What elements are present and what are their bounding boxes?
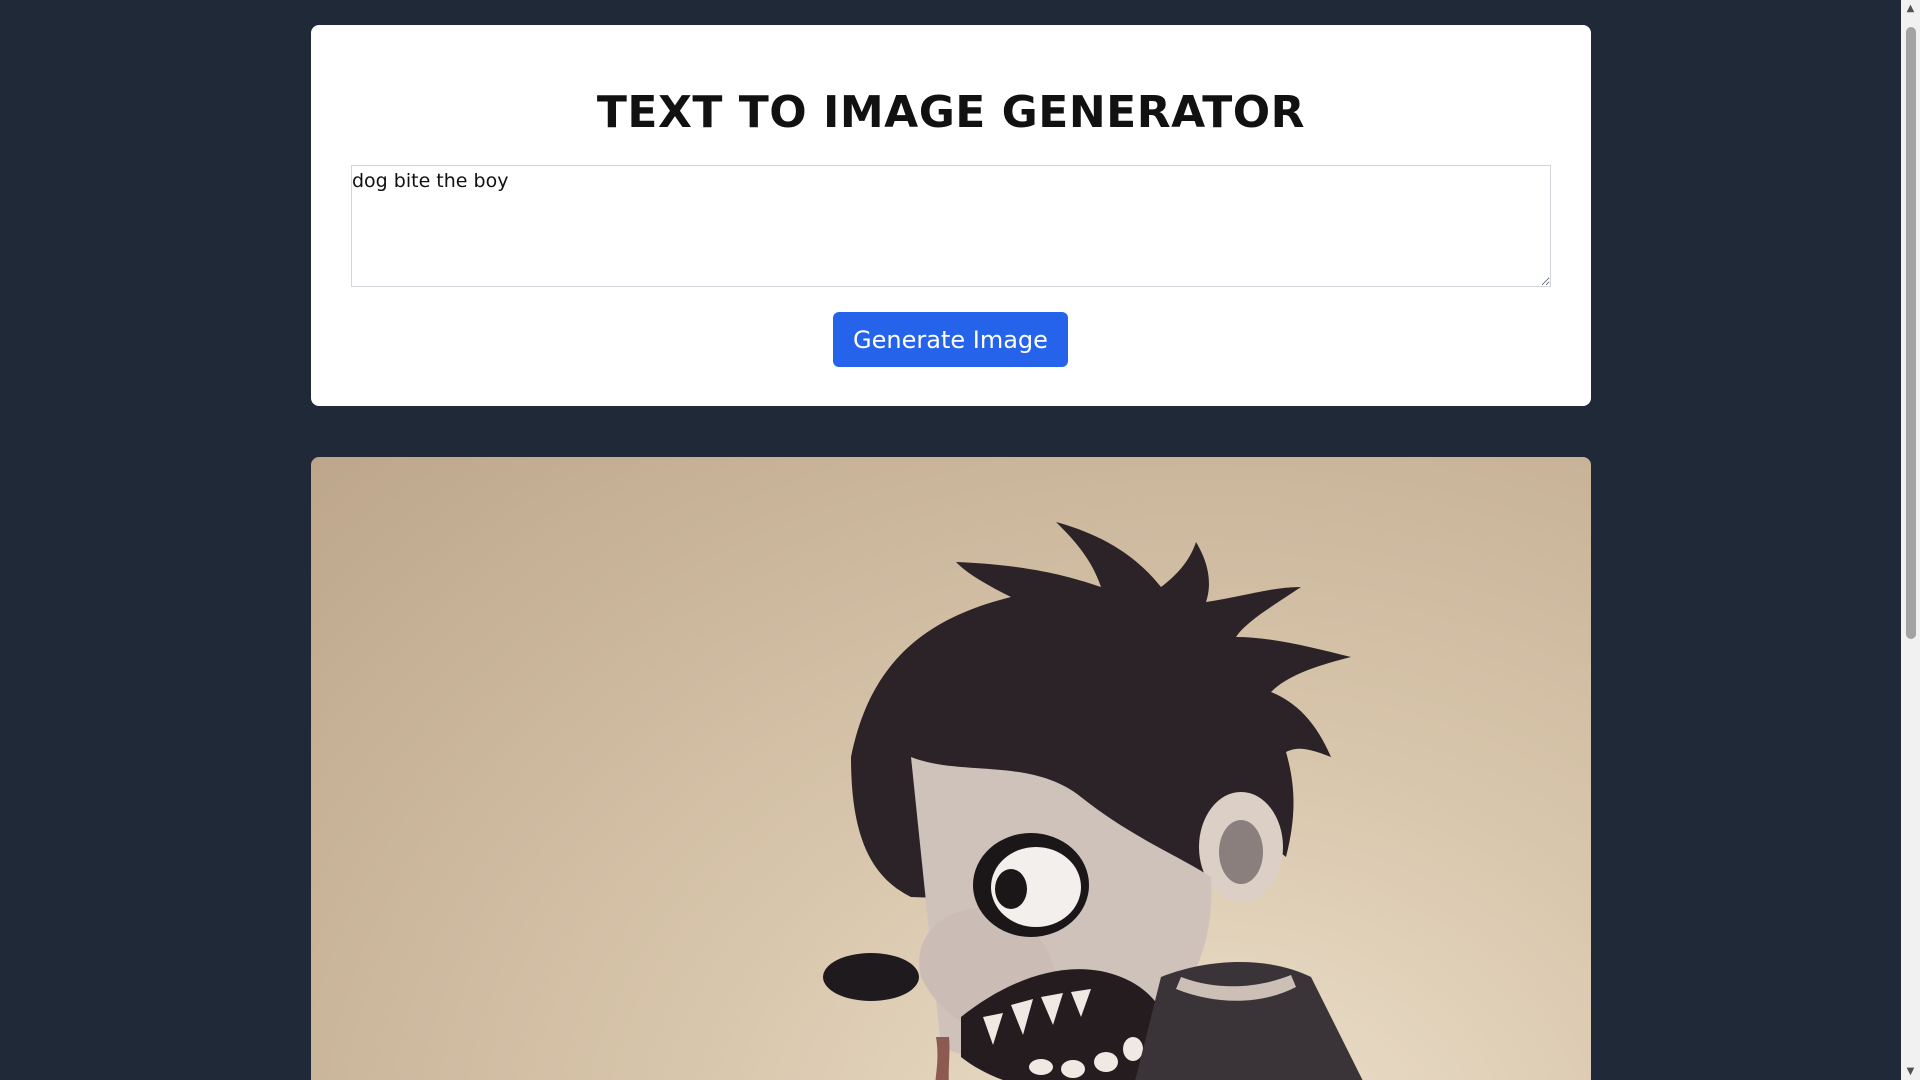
- boy-ear-inner: [1219, 820, 1263, 884]
- scroll-down-arrow-icon[interactable]: ▼: [1901, 1063, 1920, 1080]
- scroll-up-arrow-icon[interactable]: ▲: [1901, 0, 1920, 17]
- generated-image: [311, 457, 1591, 1080]
- page-scrollbar[interactable]: ▲ ▼: [1901, 0, 1920, 1080]
- boy-drool: [935, 1037, 950, 1080]
- prompt-textarea[interactable]: dog bite the boy: [351, 165, 1551, 287]
- scroll-thumb[interactable]: [1906, 27, 1916, 639]
- boy-shirt: [1135, 962, 1363, 1080]
- boy-pupil: [995, 869, 1027, 909]
- generate-image-button[interactable]: Generate Image: [833, 312, 1068, 367]
- page-title: TEXT TO IMAGE GENERATOR: [596, 87, 1306, 138]
- boy-nose: [823, 953, 919, 1001]
- generated-image-illustration: [823, 522, 1363, 1080]
- page-viewport: TEXT TO IMAGE GENERATOR dog bite the boy…: [0, 0, 1901, 1080]
- generator-card: TEXT TO IMAGE GENERATOR dog bite the boy…: [311, 25, 1591, 406]
